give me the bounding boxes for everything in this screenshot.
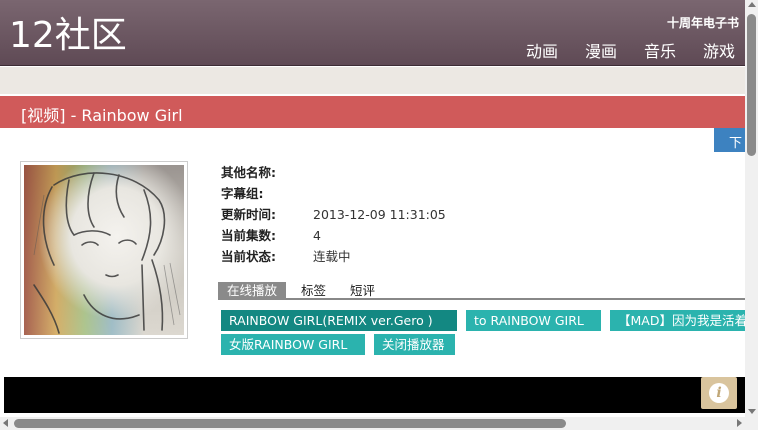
- info-icon: i: [709, 383, 729, 403]
- info-label: 字幕组:: [221, 186, 264, 201]
- nav-item-anime[interactable]: 动画: [526, 38, 558, 62]
- nav-item-music[interactable]: 音乐: [644, 38, 676, 62]
- info-value: 4: [313, 228, 321, 243]
- anniversary-ebook-link[interactable]: 十周年电子书: [667, 14, 739, 31]
- scroll-down-icon[interactable]: [748, 409, 756, 414]
- info-label: 其他名称:: [221, 165, 276, 180]
- main-nav: 动画 漫画 音乐 游戏: [526, 38, 735, 62]
- scroll-up-icon[interactable]: [748, 2, 756, 7]
- episode-button-female-version[interactable]: 女版RAINBOW GIRL: [221, 334, 365, 355]
- info-row-updated: 更新时间: 2013-12-09 11:31:05: [221, 206, 446, 227]
- info-label: 当前状态:: [221, 249, 276, 264]
- site-header: 12社区 十周年电子书 动画 漫画 音乐 游戏: [0, 0, 745, 66]
- vertical-scrollbar[interactable]: [745, 0, 758, 430]
- episode-button-mad[interactable]: 【MAD】因为我是活着的: [610, 310, 745, 331]
- site-logo[interactable]: 12社区: [9, 14, 127, 58]
- title-bar: [视频] - Rainbow Girl: [0, 96, 745, 128]
- video-player[interactable]: [4, 377, 745, 413]
- info-row-episodes: 当前集数: 4: [221, 227, 446, 248]
- download-button[interactable]: 下载: [714, 128, 745, 152]
- vertical-scroll-thumb[interactable]: [747, 14, 756, 156]
- cover-image: [20, 161, 188, 339]
- nav-item-manga[interactable]: 漫画: [585, 38, 617, 62]
- horizontal-scroll-thumb[interactable]: [14, 419, 566, 428]
- episode-button-remix[interactable]: RAINBOW GIRL(REMIX ver.Gero ): [221, 310, 457, 331]
- content-tabs: 在线播放 标签 短评: [218, 282, 745, 300]
- scroll-left-icon[interactable]: [3, 419, 8, 427]
- tab-online-play[interactable]: 在线播放: [218, 282, 287, 300]
- anime-info: 其他名称: 字幕组: 更新时间: 2013-12-09 11:31:05 当前集…: [221, 164, 446, 269]
- scrollbar-corner: [745, 417, 758, 430]
- info-row-subgroup: 字幕组:: [221, 185, 446, 206]
- sub-header-bar: [0, 67, 745, 94]
- info-label: 更新时间:: [221, 207, 276, 222]
- scroll-right-icon[interactable]: [737, 419, 742, 427]
- episode-button-to-rainbow-girl[interactable]: to RAINBOW GIRL: [466, 310, 601, 331]
- tab-tags[interactable]: 标签: [292, 282, 335, 300]
- close-player-button[interactable]: 关闭播放器: [374, 334, 455, 355]
- info-row-alias: 其他名称:: [221, 164, 446, 185]
- info-button[interactable]: i: [701, 377, 737, 409]
- horizontal-scrollbar[interactable]: [0, 417, 745, 430]
- info-value: 2013-12-09 11:31:05: [313, 207, 446, 222]
- info-row-status: 当前状态: 连载中: [221, 248, 446, 269]
- nav-item-game[interactable]: 游戏: [703, 38, 735, 62]
- page-title: [视频] - Rainbow Girl: [21, 106, 183, 125]
- tab-short-review[interactable]: 短评: [341, 282, 384, 300]
- cover-illustration: [24, 165, 184, 335]
- info-value: 连载中: [313, 249, 351, 264]
- info-label: 当前集数:: [221, 228, 276, 243]
